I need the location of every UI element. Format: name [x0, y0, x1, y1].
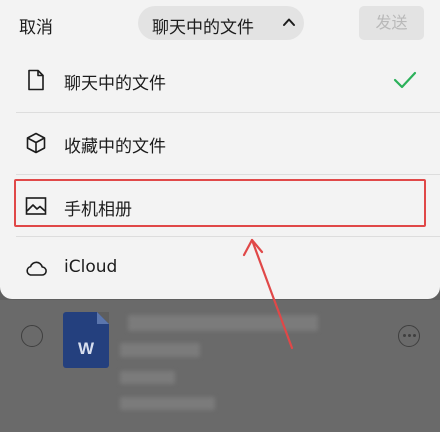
menu-item-favorite-files[interactable]: 收藏中的文件	[0, 113, 440, 175]
cloud-icon	[26, 261, 47, 276]
select-radio	[21, 325, 43, 347]
blurred-filename-line2	[120, 343, 200, 357]
cube-icon	[26, 132, 46, 154]
source-selector[interactable]: 聊天中的文件	[138, 6, 304, 40]
chevron-up-icon	[283, 18, 295, 26]
menu-item-icloud[interactable]: iCloud	[0, 237, 440, 299]
menu-item-label: 收藏中的文件	[64, 137, 166, 157]
menu-item-label: iCloud	[64, 257, 118, 277]
blurred-filename	[128, 315, 318, 331]
menu-item-label: 聊天中的文件	[64, 74, 166, 94]
page-title: 聊天中的文件	[152, 18, 254, 38]
top-bar: 取消 聊天中的文件 发送	[0, 0, 440, 50]
document-icon	[28, 69, 44, 91]
cancel-button[interactable]: 取消	[19, 13, 53, 38]
blurred-file-date	[120, 397, 215, 410]
checkmark-icon	[393, 71, 417, 89]
word-icon-letter: W	[77, 339, 95, 358]
menu-item-chat-files[interactable]: 聊天中的文件	[0, 50, 440, 112]
word-document-icon: W	[63, 312, 109, 368]
file-source-dropdown: 取消 聊天中的文件 发送 聊天中的文件 收藏中的文件 手机相册 iCloud	[0, 0, 440, 299]
more-icon	[398, 325, 420, 347]
highlight-box	[14, 179, 426, 227]
blurred-file-size	[120, 371, 175, 384]
send-button[interactable]: 发送	[359, 6, 424, 40]
